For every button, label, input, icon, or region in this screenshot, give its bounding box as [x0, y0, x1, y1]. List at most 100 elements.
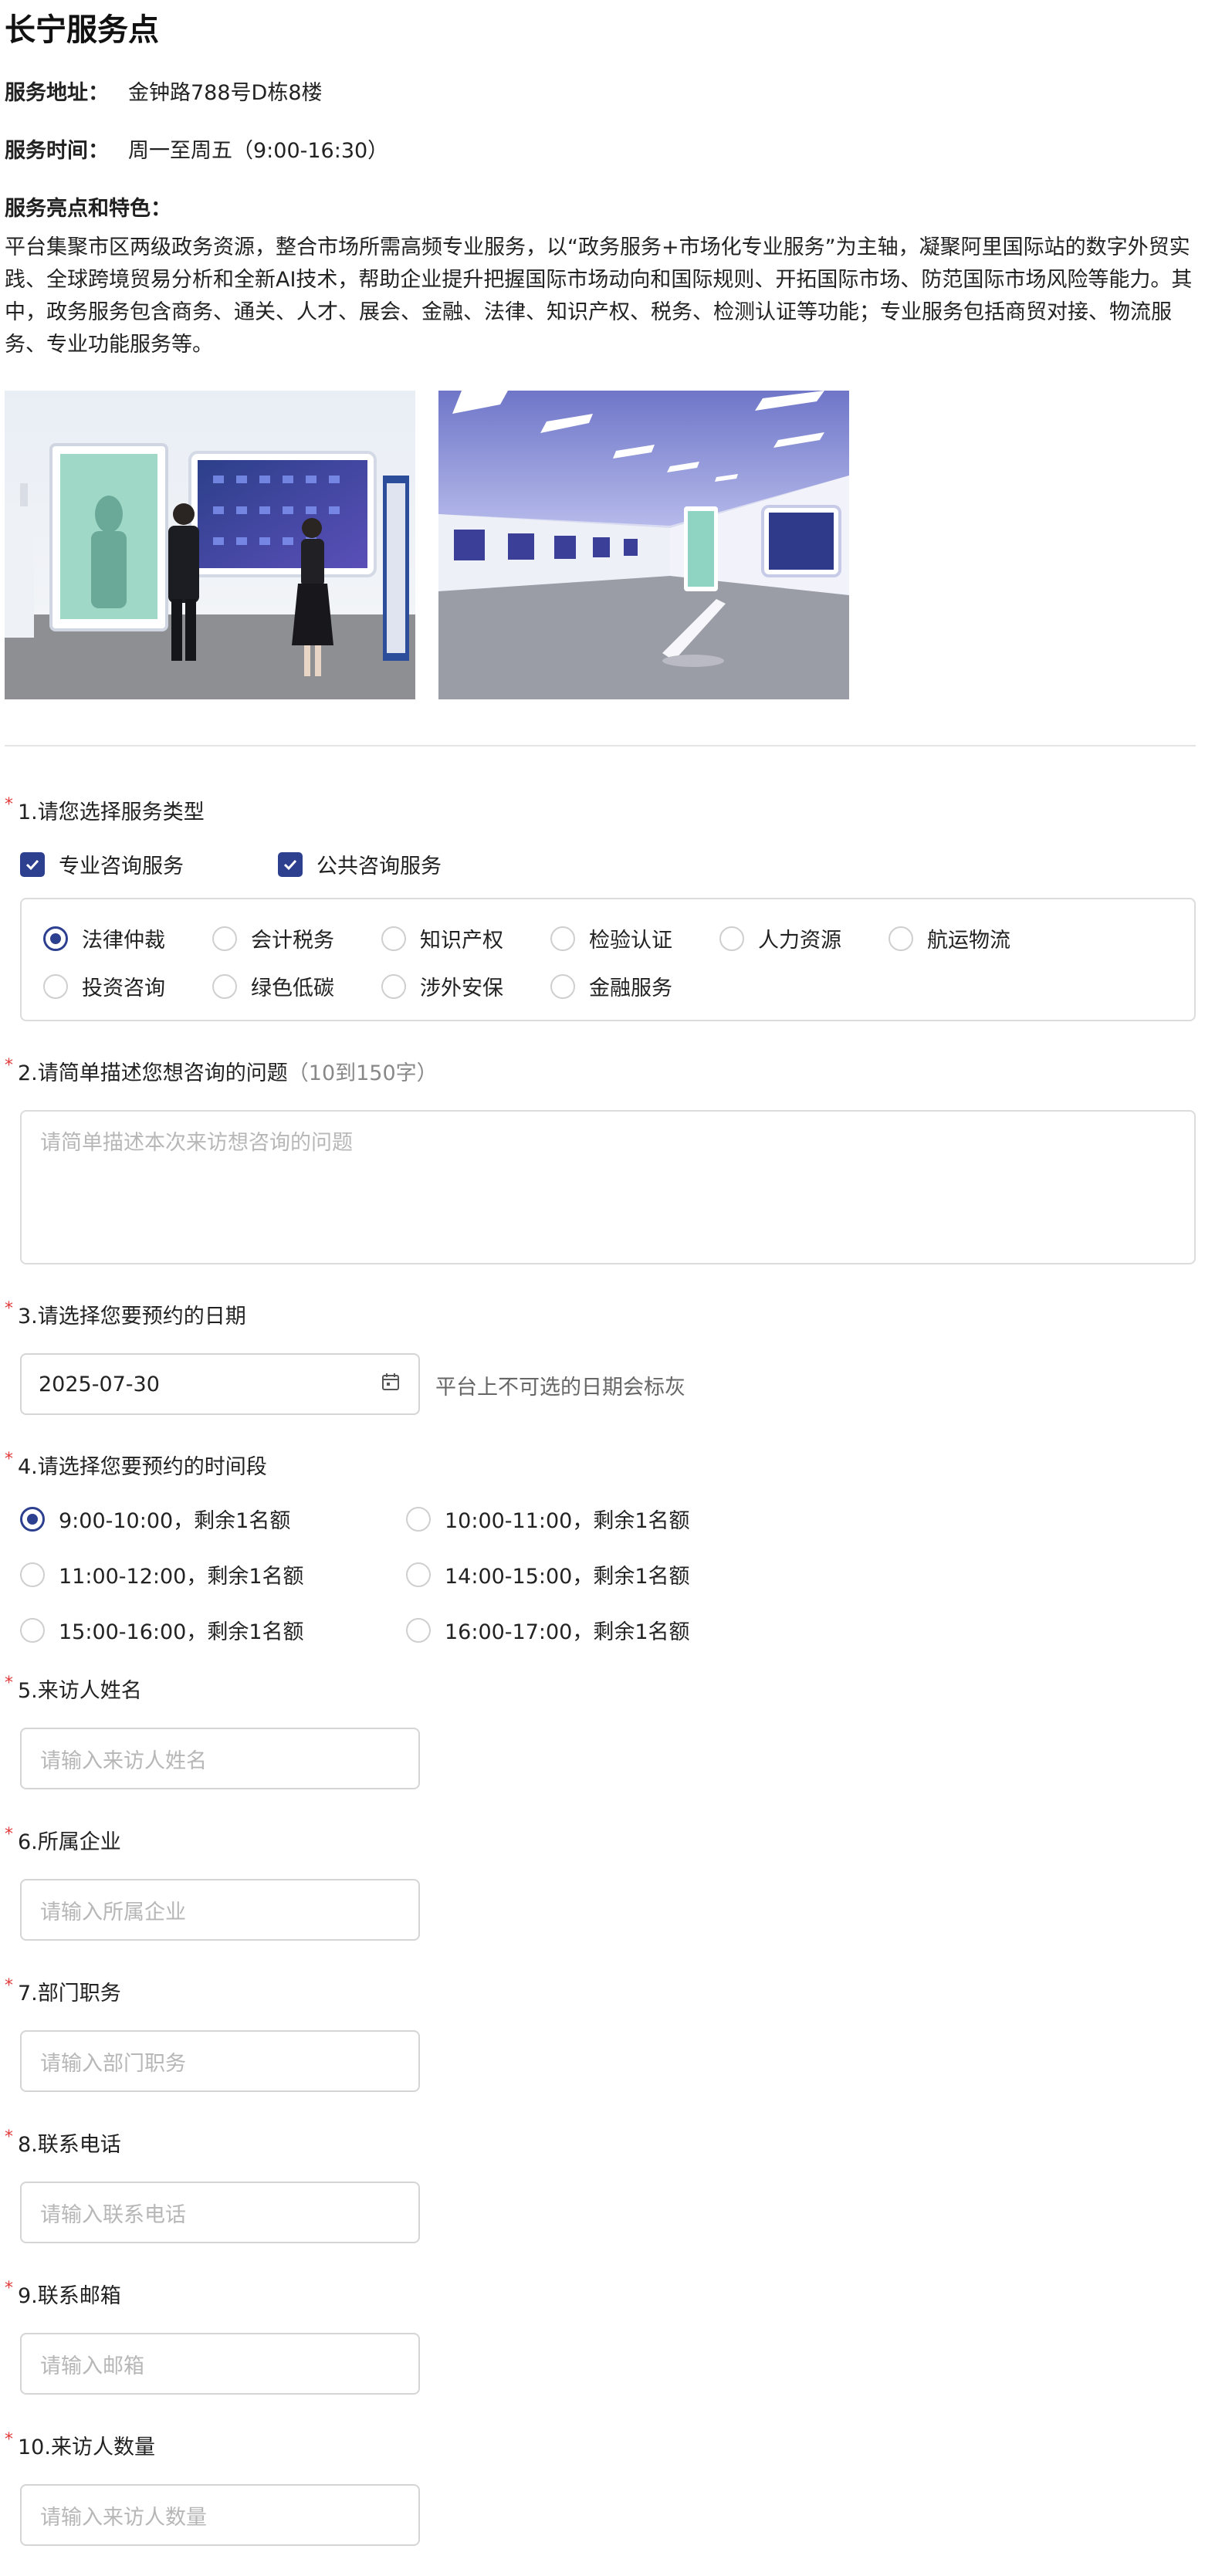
q3-label: * 3.请选择您要预约的日期 [5, 1299, 246, 1329]
option-label: 涉外安保 [420, 977, 503, 1000]
option-label: 检验认证 [589, 929, 672, 953]
required-mark: * [5, 795, 13, 814]
date-note: 平台上不可选的日期会标灰 [435, 1376, 685, 1400]
option-label: 法律仲裁 [82, 929, 165, 953]
checkbox-professional[interactable]: 专业咨询服务 [20, 849, 184, 879]
radio-selected-icon [20, 1506, 45, 1532]
slot-label: 14:00-15:00，剩余1名额 [445, 1565, 690, 1589]
slot-16-17[interactable]: 16:00-17:00，剩余1名额 [406, 1615, 690, 1645]
option-inspection[interactable]: 检验认证 [550, 923, 672, 953]
question-textarea[interactable]: 请简单描述本次来访想咨询的问题 [20, 1110, 1196, 1264]
date-picker[interactable]: 2025-07-30 [20, 1353, 420, 1415]
slot-label: 9:00-10:00，剩余1名额 [59, 1509, 291, 1533]
phone-input[interactable]: 请输入联系电话 [20, 2182, 420, 2243]
service-photo-1 [5, 391, 415, 699]
input-placeholder: 请输入来访人姓名 [40, 1748, 207, 1773]
radio-icon [381, 973, 406, 999]
option-finance[interactable]: 金融服务 [550, 971, 672, 1001]
option-security[interactable]: 涉外安保 [381, 971, 503, 1001]
input-placeholder: 请输入部门职务 [40, 2051, 186, 2076]
q9-label-text: 9.联系邮箱 [18, 2284, 121, 2308]
option-hr[interactable]: 人力资源 [719, 923, 841, 953]
q6-label-text: 6.所属企业 [18, 1830, 121, 1854]
hours-value: 周一至周五（9:00-16:30） [128, 139, 389, 163]
q7-label: * 7.部门职务 [5, 1976, 121, 2006]
radio-icon [43, 973, 68, 999]
slot-15-16[interactable]: 15:00-16:00，剩余1名额 [20, 1615, 304, 1645]
q1-label: * 1.请您选择服务类型 [5, 795, 205, 825]
highlights-title: 服务亮点和特色： [5, 197, 171, 221]
option-ip[interactable]: 知识产权 [381, 923, 503, 953]
highlights-text: 平台集聚市区两级政务资源，整合市场所需高频专业服务，以“政务服务+市场化专业服务… [5, 235, 1193, 357]
q8-label: * 8.联系电话 [5, 2127, 121, 2158]
option-label: 金融服务 [589, 977, 672, 1000]
required-mark: * [5, 2430, 13, 2449]
date-value: 2025-07-30 [39, 1372, 160, 1396]
option-label: 会计税务 [251, 929, 334, 953]
checkbox-public[interactable]: 公共咨询服务 [278, 849, 442, 879]
required-mark: * [5, 1674, 13, 1693]
q10-label: * 10.来访人数量 [5, 2430, 155, 2460]
radio-icon [550, 973, 575, 999]
slot-9-10[interactable]: 9:00-10:00，剩余1名额 [20, 1504, 290, 1534]
email-input[interactable]: 请输入邮箱 [20, 2333, 420, 2395]
slot-label: 15:00-16:00，剩余1名额 [59, 1620, 304, 1644]
required-mark: * [5, 1450, 13, 1469]
radio-icon [20, 1617, 45, 1643]
option-shipping[interactable]: 航运物流 [889, 923, 1010, 953]
textarea-placeholder: 请简单描述本次来访想咨询的问题 [40, 1131, 353, 1155]
input-placeholder: 请输入所属企业 [40, 1900, 186, 1924]
slot-11-12[interactable]: 11:00-12:00，剩余1名额 [20, 1559, 304, 1589]
hours-row: 服务时间： 周一至周五（9:00-16:30） [5, 134, 388, 164]
slot-label: 11:00-12:00，剩余1名额 [59, 1565, 304, 1589]
q4-label: * 4.请选择您要预约的时间段 [5, 1450, 267, 1480]
radio-icon [381, 926, 406, 951]
q7-label-text: 7.部门职务 [18, 1982, 121, 2006]
radio-selected-icon [43, 926, 68, 951]
option-label: 投资咨询 [82, 977, 165, 1000]
visitor-count-input[interactable]: 请输入来访人数量 [20, 2484, 420, 2546]
radio-icon [406, 1617, 431, 1643]
input-placeholder: 请输入邮箱 [40, 2354, 144, 2378]
section-divider [5, 745, 1196, 746]
radio-icon [20, 1562, 45, 1587]
q6-label: * 6.所属企业 [5, 1825, 121, 1855]
radio-icon [889, 926, 913, 951]
check-icon [278, 851, 303, 877]
slot-14-15[interactable]: 14:00-15:00，剩余1名额 [406, 1559, 690, 1589]
radio-icon [719, 926, 744, 951]
required-mark: * [5, 1976, 13, 1995]
input-placeholder: 请输入来访人数量 [40, 2505, 207, 2530]
checkbox-label: 公共咨询服务 [316, 855, 442, 878]
q3-label-text: 3.请选择您要预约的日期 [18, 1305, 246, 1329]
q2-label: * 2.请简单描述您想咨询的问题（10到150字） [5, 1056, 438, 1086]
q10-label-text: 10.来访人数量 [18, 2436, 155, 2459]
address-label: 服务地址： [5, 81, 109, 105]
radio-icon [406, 1506, 431, 1532]
option-green[interactable]: 绿色低碳 [212, 971, 334, 1001]
option-legal[interactable]: 法律仲裁 [43, 923, 165, 953]
service-options-panel [20, 898, 1196, 1021]
company-input[interactable]: 请输入所属企业 [20, 1879, 420, 1941]
checkbox-label: 专业咨询服务 [59, 855, 184, 878]
option-label: 知识产权 [420, 929, 503, 953]
q8-label-text: 8.联系电话 [18, 2133, 121, 2157]
radio-icon [212, 973, 237, 999]
option-investment[interactable]: 投资咨询 [43, 971, 165, 1001]
calendar-icon [380, 1371, 401, 1398]
visitor-name-input[interactable]: 请输入来访人姓名 [20, 1728, 420, 1789]
option-label: 绿色低碳 [251, 977, 334, 1000]
required-mark: * [5, 1299, 13, 1318]
required-mark: * [5, 2127, 13, 2147]
q2-label-text: 2.请简单描述您想咨询的问题 [18, 1061, 288, 1085]
slot-10-11[interactable]: 10:00-11:00，剩余1名额 [406, 1504, 690, 1534]
radio-icon [406, 1562, 431, 1587]
hours-label: 服务时间： [5, 139, 109, 163]
option-accounting[interactable]: 会计税务 [212, 923, 334, 953]
slot-label: 16:00-17:00，剩余1名额 [445, 1620, 690, 1644]
option-label: 航运物流 [927, 929, 1010, 953]
slot-label: 10:00-11:00，剩余1名额 [445, 1509, 690, 1533]
department-input[interactable]: 请输入部门职务 [20, 2030, 420, 2092]
address-row: 服务地址： 金钟路788号D栋8楼 [5, 76, 323, 106]
q2-hint: （10到150字） [287, 1061, 438, 1085]
